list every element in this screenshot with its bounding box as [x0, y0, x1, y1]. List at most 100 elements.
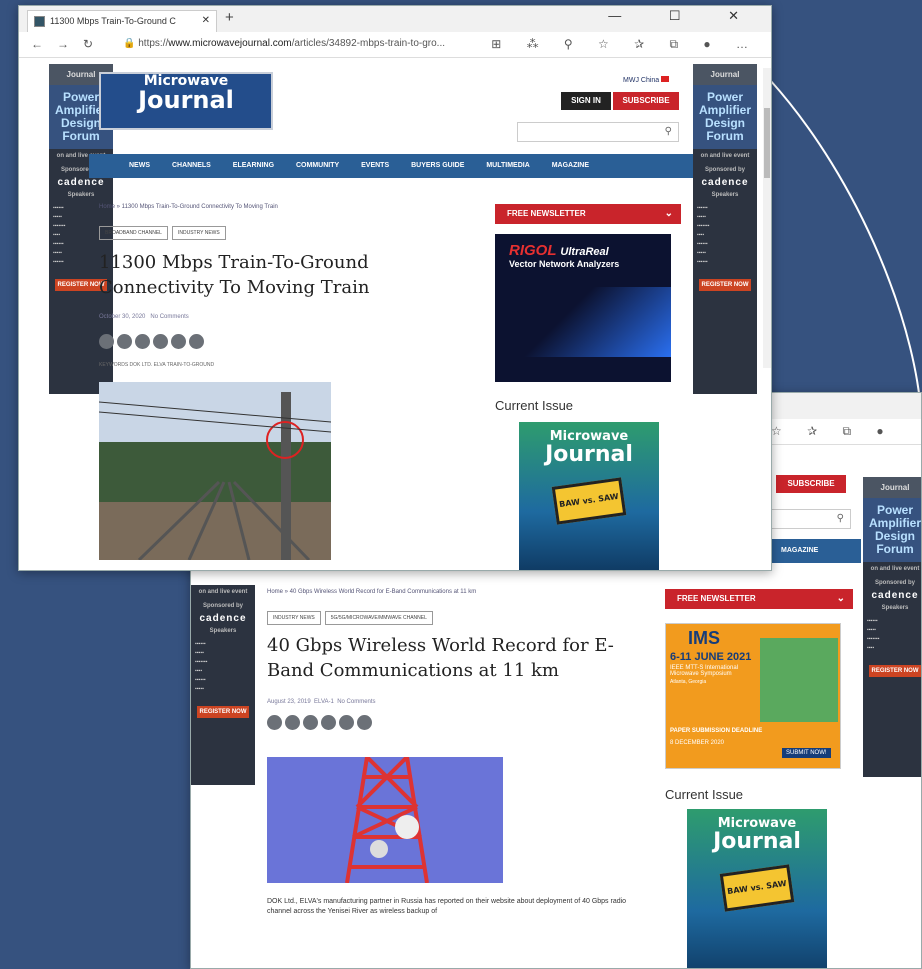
forward-icon[interactable]: →	[57, 37, 83, 51]
ad-event-label: on and live event	[870, 566, 920, 572]
nav-buyers-guide[interactable]: BUYERS GUIDE	[411, 162, 464, 169]
scrollbar[interactable]	[763, 68, 771, 368]
region-link[interactable]: MWJ China	[623, 76, 670, 84]
facebook-icon[interactable]	[99, 334, 114, 349]
cover-logo-top: Microwave	[717, 816, 797, 831]
article-author[interactable]: ELVA-1	[314, 699, 334, 705]
chevron-down-icon: ⌄	[836, 593, 845, 604]
article-title: 40 Gbps Wireless World Record for E-Band…	[267, 635, 614, 681]
browser-tools[interactable]: ⊞ ⁂ ⚲ ☆ ✰ ⧉ ● …	[491, 37, 759, 52]
search-icon[interactable]: ⚲	[771, 509, 851, 529]
breadcrumb[interactable]: Home » 11300 Mbps Train-To-Ground Connec…	[99, 204, 278, 210]
share-buttons	[267, 715, 372, 730]
article-image-train	[99, 382, 331, 560]
url-field[interactable]: 🔒 https://www.microwavejournal.com/artic…	[123, 38, 543, 49]
cover-logo-bottom: Journal	[713, 829, 801, 854]
share-buttons	[99, 334, 204, 349]
comments-link[interactable]: No Comments	[337, 699, 375, 705]
subscribe-button[interactable]: SUBSCRIBE	[613, 92, 679, 110]
rigol-graphic	[495, 287, 671, 357]
nav-magazine[interactable]: MAGAZINE	[552, 162, 589, 169]
tab-title: 11300 Mbps Train-To-Ground C	[50, 16, 176, 26]
nav-magazine[interactable]: MAGAZINE	[781, 547, 818, 554]
nav-community[interactable]: COMMUNITY	[296, 162, 339, 169]
rigol-logo: RIGOL UltraReal	[509, 242, 609, 259]
skyscraper-ad-right[interactable]: Journal Power Amplifier Design Forum on …	[863, 477, 921, 777]
article-title: 11300 Mbps Train-To-Ground Connectivity …	[99, 252, 370, 298]
facebook-icon[interactable]	[267, 715, 282, 730]
ad-register-button[interactable]: REGISTER NOW	[699, 279, 751, 291]
ims-skyline-image	[760, 638, 838, 722]
tower-image	[345, 757, 429, 883]
ad-sponsor-label: Sponsored by	[874, 580, 915, 586]
close-tab-icon[interactable]: ✕	[202, 11, 210, 31]
linkedin-icon[interactable]	[153, 334, 168, 349]
magazine-cover[interactable]: Microwave Journal BAW vs. SAW	[519, 422, 659, 570]
ims-event: IEEE MTT-S International Microwave Sympo…	[670, 665, 739, 677]
ad-register-button[interactable]: REGISTER NOW	[197, 706, 249, 718]
browser-tab[interactable]: 11300 Mbps Train-To-Ground C ✕	[27, 10, 217, 32]
comments-link[interactable]: No Comments	[150, 314, 188, 320]
tag-row: BROADBAND CHANNEL INDUSTRY NEWS	[99, 226, 226, 240]
new-tab-icon[interactable]: +	[225, 9, 234, 26]
ad-speakers: Speakers	[67, 192, 95, 198]
tag-link[interactable]: BROADBAND CHANNEL	[99, 226, 168, 240]
tag-link[interactable]: 5G/5G/MICROWAVE/MMWAVE CHANNEL	[324, 611, 433, 625]
ad-speakers: Speakers	[209, 628, 237, 634]
skyscraper-ad-left[interactable]: on and live event Sponsored by cadence S…	[191, 585, 255, 785]
ad-register-button[interactable]: REGISTER NOW	[869, 665, 921, 677]
back-icon[interactable]: ←	[31, 37, 57, 51]
sign-in-button[interactable]: SIGN IN	[561, 92, 611, 110]
ad-sponsor-name: cadence	[871, 590, 919, 601]
linkedin-icon[interactable]	[321, 715, 336, 730]
reddit-icon[interactable]	[135, 334, 150, 349]
tab-bar: 11300 Mbps Train-To-Ground C ✕ + — ☐ ✕	[19, 6, 771, 32]
window-controls[interactable]: — ☐ ✕	[608, 8, 761, 24]
nav-events[interactable]: EVENTS	[361, 162, 389, 169]
ad-sponsor-name: cadence	[199, 613, 247, 624]
main-nav: MAGAZINE	[771, 539, 861, 563]
ims-ad[interactable]: IMS 6-11 JUNE 2021 IEEE MTT-S Internatio…	[665, 623, 841, 769]
railway-image	[99, 392, 331, 560]
refresh-icon[interactable]: ↻	[83, 37, 107, 51]
tag-link[interactable]: INDUSTRY NEWS	[267, 611, 321, 625]
scrollbar-thumb[interactable]	[764, 108, 770, 178]
ad-speaker-list: ▪▪▪▪▪▪ ▪▪▪▪▪ ▪▪▪▪▪▪▪ ▪▪▪▪	[867, 618, 880, 651]
ad-sponsor-label: Sponsored by	[704, 167, 745, 173]
rigol-product: Vector Network Analyzers	[509, 259, 620, 269]
twitter-icon[interactable]	[285, 715, 300, 730]
search-icon[interactable]: ⚲	[517, 122, 679, 142]
tag-link[interactable]: INDUSTRY NEWS	[171, 226, 226, 240]
article-meta: August 23, 2019 ELVA-1 No Comments	[267, 699, 376, 705]
email-icon[interactable]	[339, 715, 354, 730]
nav-news[interactable]: NEWS	[129, 162, 150, 169]
breadcrumb[interactable]: Home » 40 Gbps Wireless World Record for…	[267, 589, 476, 595]
magazine-cover[interactable]: Microwave Journal BAW vs. SAW	[687, 809, 827, 968]
ad-sponsor-name: cadence	[701, 177, 749, 188]
newsletter-button[interactable]: FREE NEWSLETTER ⌄	[665, 589, 853, 609]
ad-speakers: Speakers	[881, 605, 909, 611]
nav-channels[interactable]: CHANNELS	[172, 162, 211, 169]
browser-tools[interactable]: ☆ ✰ ⧉ ●	[771, 424, 895, 439]
print-icon[interactable]	[189, 334, 204, 349]
ims-paper: PAPER SUBMISSION DEADLINE	[670, 728, 763, 734]
tag-row: INDUSTRY NEWS 5G/5G/MICROWAVE/MMWAVE CHA…	[267, 611, 433, 625]
ims-submit-button[interactable]: SUBMIT NOW!	[782, 748, 831, 758]
skyscraper-ad-right[interactable]: Journal Power Amplifier Design Forum on …	[693, 64, 757, 394]
nav-elearning[interactable]: ELEARNING	[233, 162, 274, 169]
browser-window-front[interactable]: 11300 Mbps Train-To-Ground C ✕ + — ☐ ✕ ←…	[18, 5, 772, 571]
nav-buttons[interactable]: ←→↻	[31, 37, 107, 51]
favicon-icon	[34, 16, 45, 27]
print-icon[interactable]	[357, 715, 372, 730]
site-logo[interactable]: Microwave Journal	[99, 72, 273, 130]
rigol-ad[interactable]: RIGOL UltraReal Vector Network Analyzers	[495, 234, 671, 382]
nav-multimedia[interactable]: MULTIMEDIA	[486, 162, 529, 169]
article-keywords: KEYWORDS DOK LTD. ELVA TRAIN-TO-GROUND	[99, 362, 215, 368]
newsletter-button[interactable]: FREE NEWSLETTER ⌄	[495, 204, 681, 224]
reddit-icon[interactable]	[303, 715, 318, 730]
subscribe-button[interactable]: SUBSCRIBE	[776, 475, 846, 493]
twitter-icon[interactable]	[117, 334, 132, 349]
email-icon[interactable]	[171, 334, 186, 349]
ad-logo: Journal	[863, 477, 921, 498]
article-body: DOK Ltd., ELVA's manufacturing partner i…	[267, 898, 627, 915]
